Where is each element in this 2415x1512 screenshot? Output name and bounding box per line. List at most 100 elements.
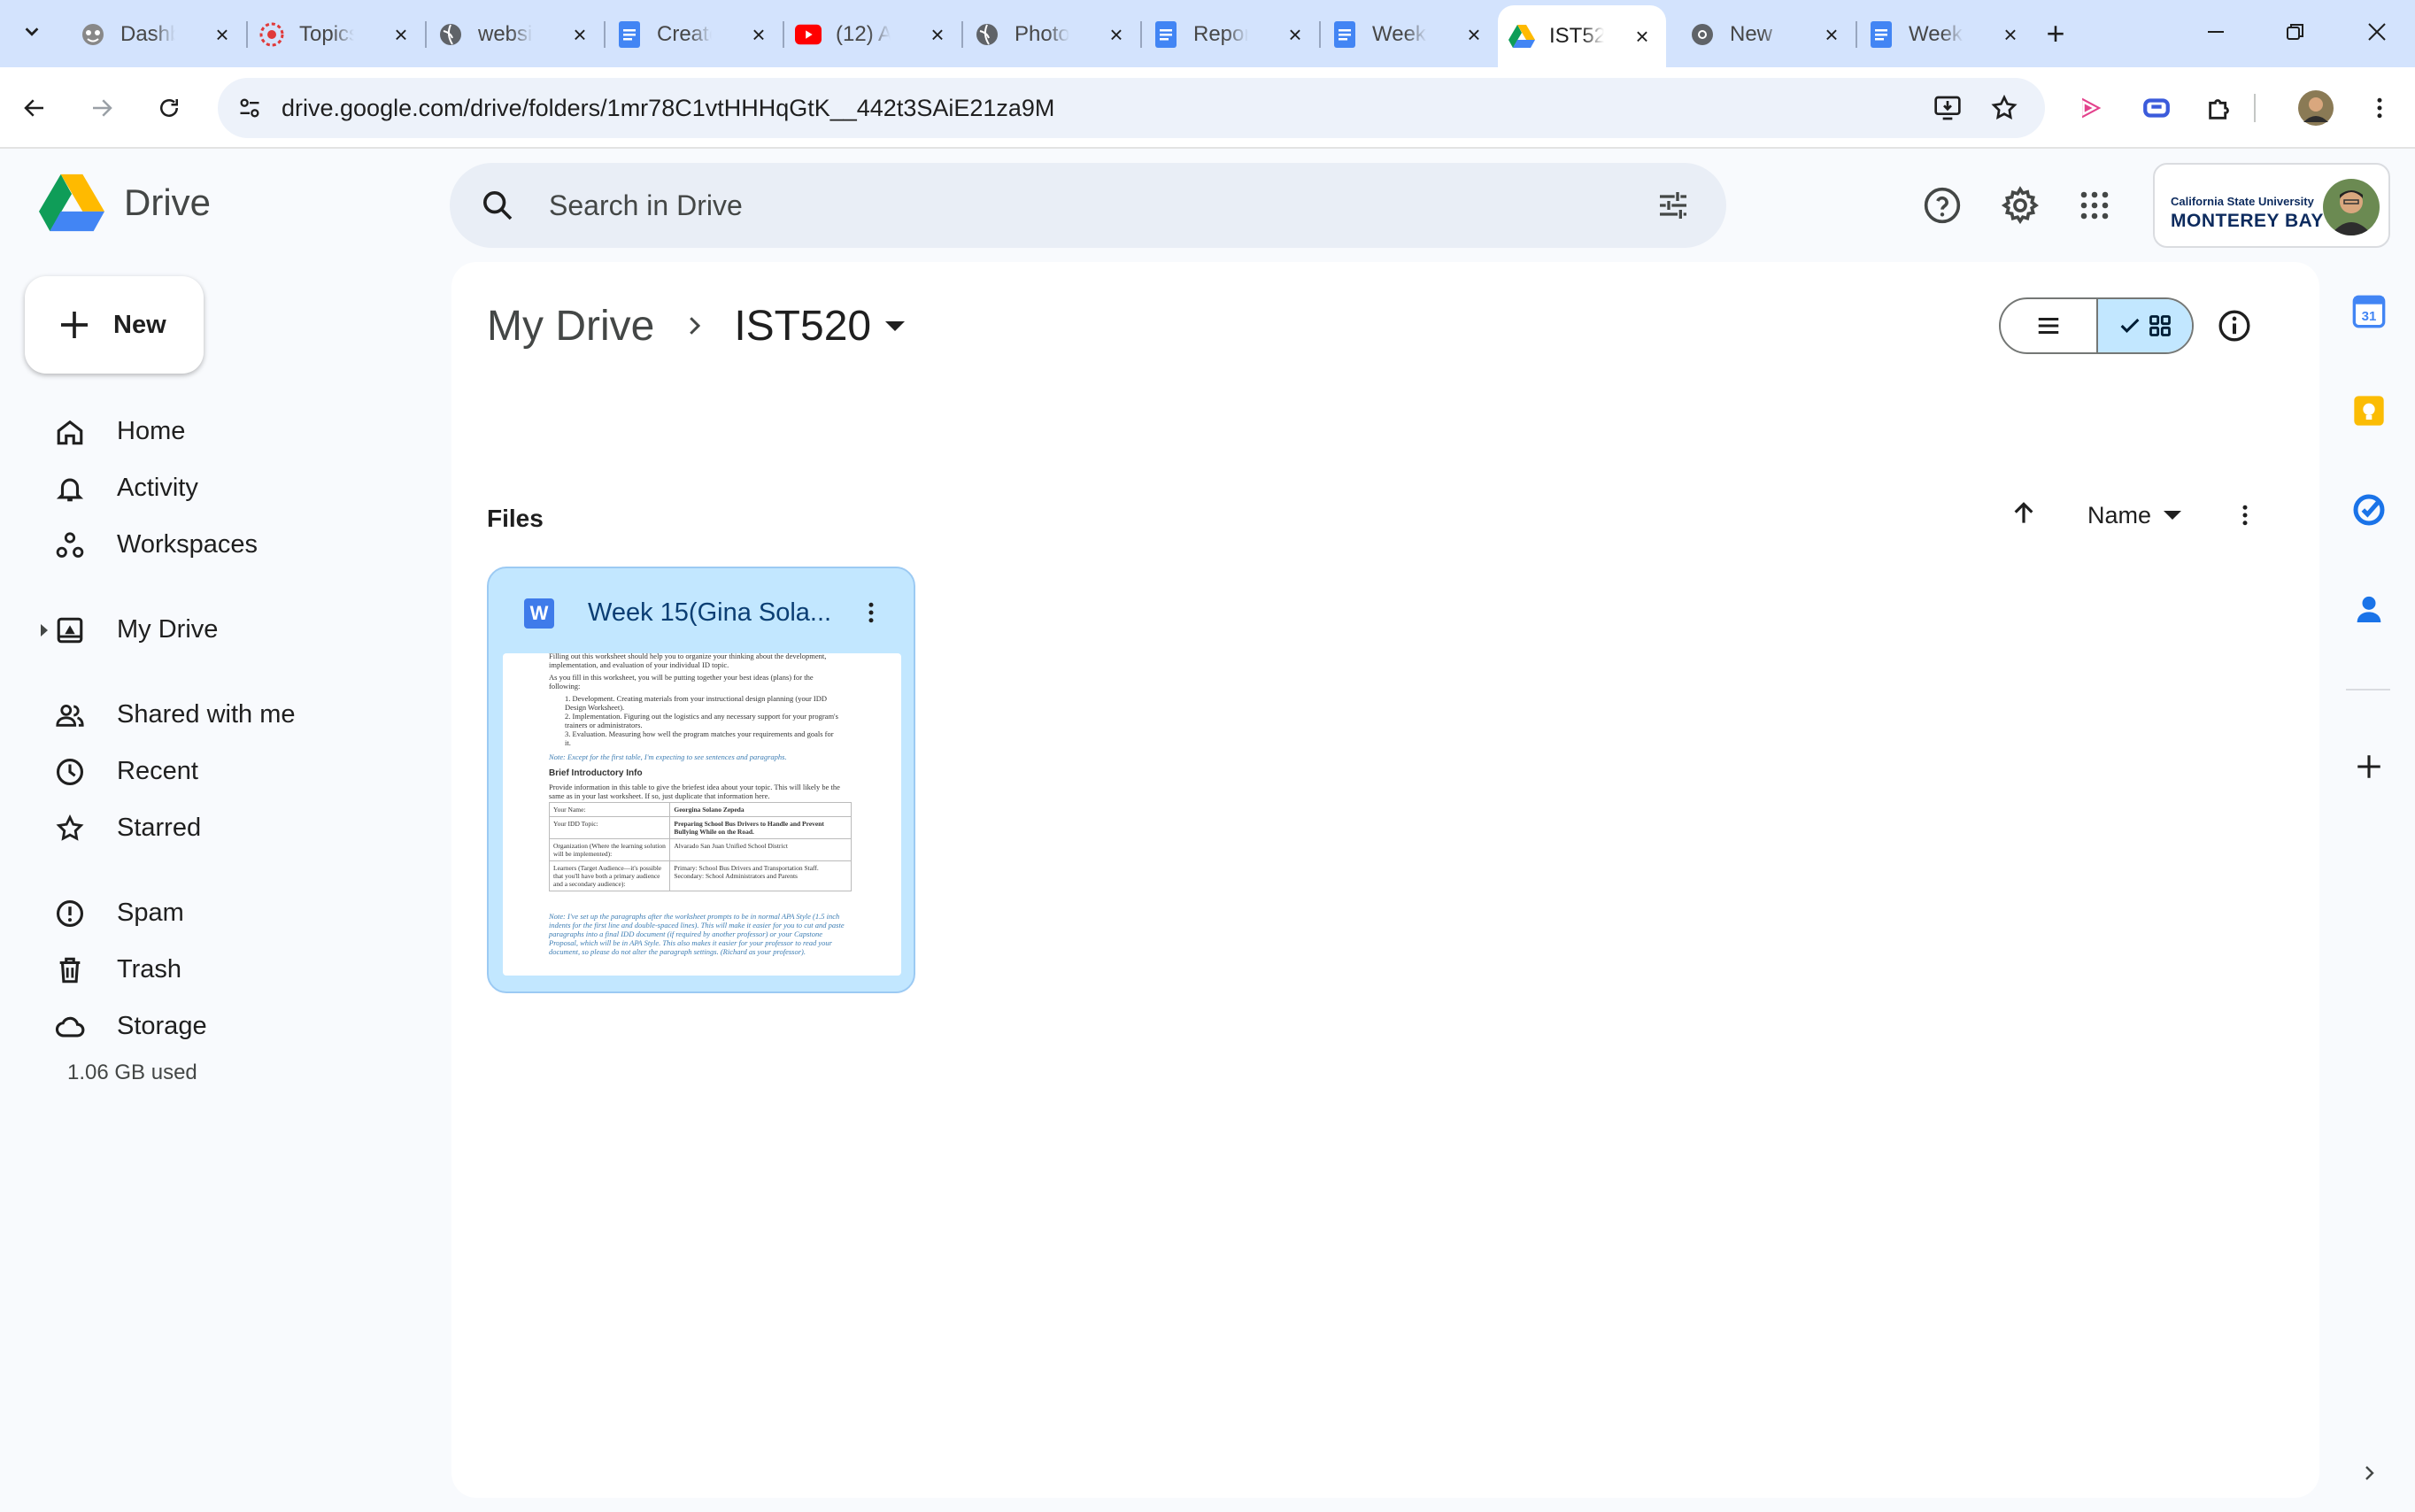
contacts-app-button[interactable] <box>2348 588 2390 630</box>
account-chip[interactable]: California State University MONTEREY BAY <box>2153 163 2390 248</box>
tab-close-icon[interactable]: × <box>1631 23 1654 50</box>
plus-icon <box>2357 755 2380 778</box>
folder-menu-caret-icon[interactable] <box>885 320 906 331</box>
nav-item-starred[interactable]: Starred <box>0 801 425 854</box>
arrow-left-icon <box>24 99 43 117</box>
details-button[interactable] <box>2213 305 2256 347</box>
svg-text:31: 31 <box>2362 309 2377 324</box>
browser-tab[interactable]: Week × <box>1857 12 2034 57</box>
tab-search-button[interactable] <box>12 12 51 51</box>
minimize-button[interactable] <box>2194 12 2238 51</box>
browser-tab[interactable]: Topics × <box>248 12 427 57</box>
browser-tab[interactable]: website × <box>427 12 606 57</box>
my-drive-icon <box>57 617 83 644</box>
tab-close-icon[interactable]: × <box>1284 21 1307 48</box>
site-info-button[interactable] <box>228 87 271 129</box>
file-more-actions-button[interactable] <box>852 593 891 632</box>
close-window-button[interactable] <box>2355 12 2399 51</box>
breadcrumb-my-drive[interactable]: My Drive <box>487 302 654 351</box>
install-app-button[interactable] <box>1930 90 1965 126</box>
tab-close-icon[interactable]: × <box>747 21 770 48</box>
search-icon[interactable] <box>480 188 515 223</box>
arrow-right-icon <box>93 99 112 117</box>
google-drive-icon <box>1508 23 1535 50</box>
browser-tab[interactable]: Create × <box>606 12 784 57</box>
browser-tab[interactable]: Dashboard × <box>69 12 248 57</box>
search-options-icon[interactable] <box>1655 188 1691 223</box>
drive-logo[interactable]: Drive <box>39 174 211 232</box>
grid-view-button[interactable] <box>2096 299 2192 352</box>
search-input[interactable] <box>549 181 1567 230</box>
tab-close-icon[interactable]: × <box>1820 21 1843 48</box>
nav-item-trash[interactable]: Trash <box>0 943 425 996</box>
settings-button[interactable] <box>1997 182 2043 228</box>
url-text[interactable]: drive.google.com/drive/folders/1mr78C1vt… <box>282 78 1054 138</box>
search-bar <box>450 163 1726 248</box>
chrome-icon <box>1689 21 1716 48</box>
tab-close-icon[interactable]: × <box>390 21 413 48</box>
support-button[interactable] <box>1919 182 1965 228</box>
browser-tab[interactable]: (12) A × <box>784 12 963 57</box>
view-toggle <box>1999 297 2194 354</box>
clock-icon <box>56 758 84 786</box>
nav-item-storage[interactable]: Storage <box>0 999 425 1053</box>
nav-item-shared-with-me[interactable]: Shared with me <box>0 688 425 741</box>
nav-item-workspaces[interactable]: Workspaces <box>0 518 425 571</box>
address-bar[interactable]: drive.google.com/drive/folders/1mr78C1vt… <box>218 78 2045 138</box>
expand-caret-icon[interactable] <box>41 624 48 636</box>
show-side-panel-button[interactable] <box>2351 1455 2387 1491</box>
nav-item-my-drive[interactable]: My Drive <box>0 603 425 656</box>
site-settings-icon <box>240 98 259 118</box>
tab-close-icon[interactable]: × <box>211 21 234 48</box>
browser-menu-button[interactable] <box>2358 87 2401 129</box>
bookmark-button[interactable] <box>1987 90 2022 126</box>
tab-close-icon[interactable]: × <box>568 21 591 48</box>
file-title[interactable]: Week 15(Gina Sola... <box>588 595 839 630</box>
google-apps-button[interactable] <box>2072 182 2118 228</box>
reload-button[interactable] <box>149 88 189 128</box>
browser-tab[interactable]: Photo × <box>963 12 1142 57</box>
plus-icon <box>61 312 88 338</box>
calendar-app-button[interactable]: 31 <box>2348 290 2390 333</box>
tasks-app-button[interactable] <box>2348 489 2390 531</box>
file-thumbnail-preview[interactable]: Filling out this worksheet should help y… <box>503 653 901 976</box>
sort-by-button[interactable]: Name <box>2087 496 2182 535</box>
extension-button[interactable] <box>2070 87 2112 129</box>
tab-close-icon[interactable]: × <box>926 21 949 48</box>
google-docs-icon <box>1331 21 1358 48</box>
tab-close-icon[interactable]: × <box>1999 21 2022 48</box>
tasks-icon <box>2353 494 2385 526</box>
nav-item-spam[interactable]: Spam <box>0 886 425 939</box>
more-sort-options-button[interactable] <box>2226 496 2265 535</box>
star-icon <box>56 814 84 841</box>
profile-button[interactable] <box>2295 87 2337 129</box>
calendar-icon: 31 <box>2352 295 2386 328</box>
restore-button[interactable] <box>2273 12 2318 51</box>
preview-table: Your Name: Georgina Solano Zepeda Your ID… <box>548 802 852 891</box>
reload-icon <box>160 99 178 117</box>
tab-close-icon[interactable]: × <box>1105 21 1128 48</box>
browser-tab[interactable]: New × <box>1678 12 1857 57</box>
sort-direction-button[interactable] <box>2004 494 2043 533</box>
files-section-label: Files <box>487 505 544 532</box>
new-button[interactable]: New <box>25 276 204 374</box>
back-button[interactable] <box>14 88 55 128</box>
extension-button[interactable] <box>2135 87 2178 129</box>
forward-button[interactable] <box>81 88 122 128</box>
new-tab-button[interactable]: + <box>2038 15 2073 51</box>
browser-tab[interactable]: Report × <box>1142 12 1321 57</box>
tab-close-icon[interactable]: × <box>1462 21 1485 48</box>
nav-item-home[interactable]: Home <box>0 405 425 458</box>
file-card[interactable]: W Week 15(Gina Sola... Filling out this … <box>487 567 915 993</box>
org-name: MONTEREY BAY <box>2171 211 2324 231</box>
browser-tab-active[interactable]: IST520 × <box>1498 5 1666 67</box>
get-add-ons-button[interactable] <box>2348 745 2390 788</box>
nav-item-recent[interactable]: Recent <box>0 744 425 798</box>
browser-tab[interactable]: Week × <box>1321 12 1498 57</box>
extensions-menu-button[interactable] <box>2199 87 2241 129</box>
breadcrumb-current-folder[interactable]: IST520 <box>734 302 871 351</box>
keep-app-button[interactable] <box>2348 390 2390 432</box>
list-view-button[interactable] <box>2001 299 2096 352</box>
more-vertical-icon <box>2377 97 2382 119</box>
nav-item-activity[interactable]: Activity <box>0 461 425 514</box>
